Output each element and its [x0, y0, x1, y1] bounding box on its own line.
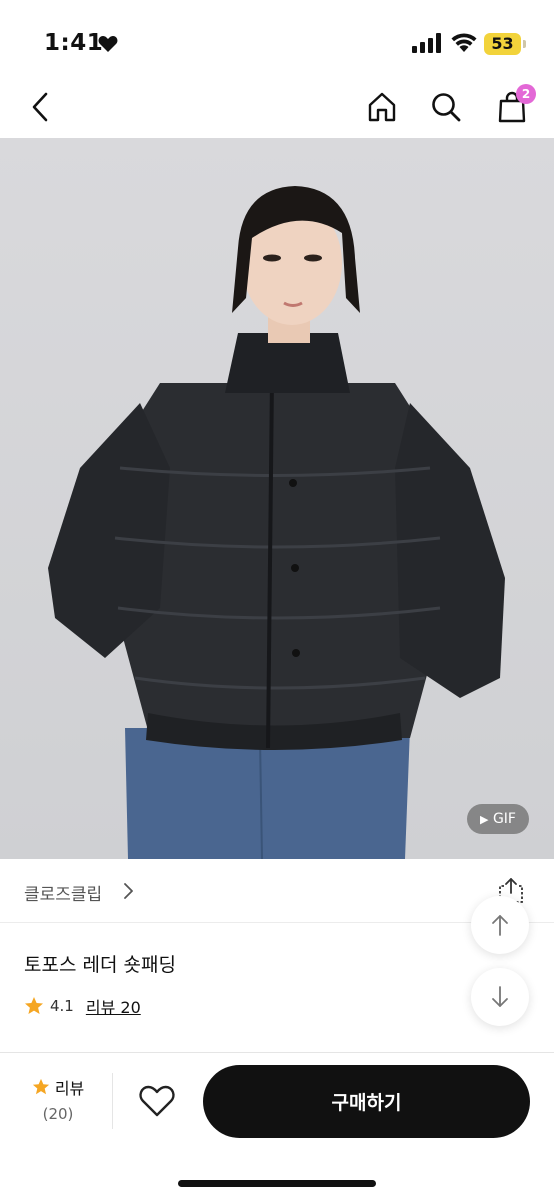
product-image[interactable]: [0, 138, 554, 859]
scroll-top-button[interactable]: [471, 896, 529, 954]
cellular-signal-icon: [412, 33, 442, 57]
heart-icon: [139, 1085, 175, 1117]
status-bar: 1:41 53: [0, 0, 554, 80]
bottom-review-button[interactable]: 리뷰 (20): [22, 1075, 94, 1123]
bottom-review-label: 리뷰: [54, 1079, 85, 1098]
play-icon: ▶: [480, 813, 489, 826]
wishlist-button[interactable]: [138, 1083, 176, 1123]
bottom-review-count: (20): [42, 1105, 74, 1123]
scroll-bottom-button[interactable]: [471, 968, 529, 1026]
cart-count-badge: 2: [516, 84, 536, 104]
back-button[interactable]: [20, 80, 60, 134]
wifi-icon: [450, 31, 478, 57]
rating-row: 4.1 리뷰 20: [24, 994, 141, 1018]
gif-label: GIF: [492, 811, 516, 827]
product-title: 토포스 레더 숏패딩: [24, 954, 176, 976]
home-icon: [368, 92, 396, 122]
home-button[interactable]: [362, 80, 402, 134]
arrow-up-icon: [492, 915, 508, 936]
chevron-left-icon: [32, 92, 48, 122]
status-time: 1:41: [44, 30, 104, 56]
star-icon: [32, 1078, 49, 1095]
brand-row[interactable]: 클로즈클립: [0, 860, 554, 923]
battery-tip: [523, 40, 526, 48]
bottom-action-bar: 리뷰 (20) 구매하기: [0, 1052, 554, 1201]
home-indicator: [178, 1180, 376, 1187]
review-link[interactable]: 리뷰 20: [86, 994, 141, 1018]
gif-badge[interactable]: ▶ GIF: [467, 804, 529, 834]
arrow-down-icon: [492, 986, 508, 1007]
star-icon: [25, 997, 43, 1014]
search-icon: [432, 93, 461, 122]
brand-name[interactable]: 클로즈클립: [24, 880, 102, 905]
heart-status-icon: [98, 35, 118, 57]
rating-value: 4.1: [50, 997, 74, 1015]
model-photo-illustration: [48, 186, 505, 859]
top-nav-bar: [0, 80, 554, 138]
battery-indicator: 53: [484, 33, 521, 55]
chevron-right-icon: [122, 882, 134, 904]
divider: [112, 1073, 113, 1129]
buy-button[interactable]: 구매하기: [203, 1065, 530, 1138]
search-button[interactable]: [426, 80, 466, 134]
